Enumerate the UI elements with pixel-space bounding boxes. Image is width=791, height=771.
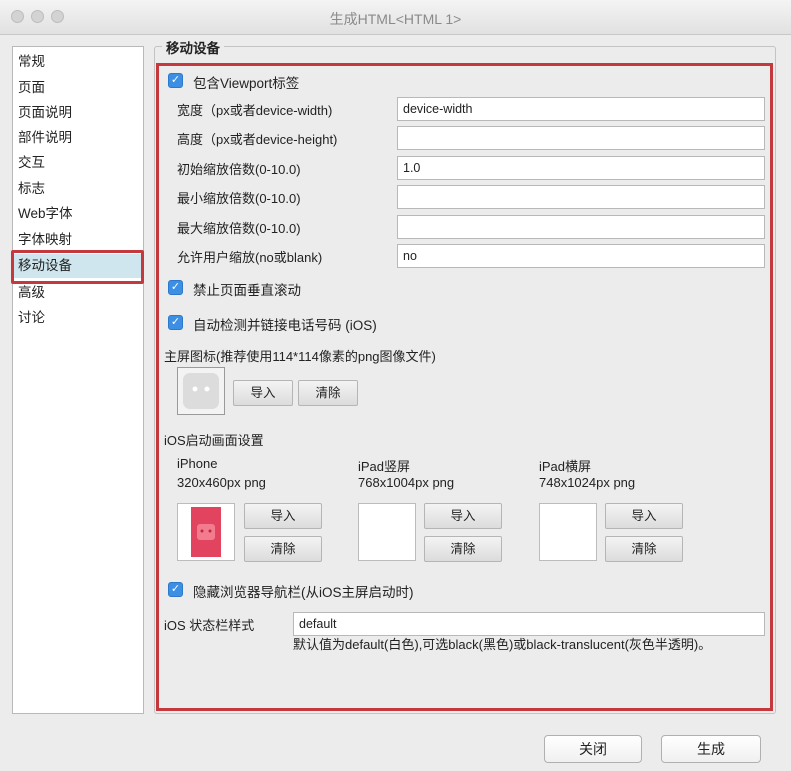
sidebar-item-general[interactable]: 常规 [14, 50, 142, 74]
ipad-landscape-import-button[interactable]: 导入 [605, 503, 683, 529]
status-bar-label: iOS 状态栏样式 [164, 618, 255, 633]
iphone-size-label: 320x460px png [177, 475, 266, 490]
sidebar: 常规 页面 页面说明 部件说明 交互 标志 Web字体 字体映射 移动设备 高级… [12, 46, 144, 714]
home-icon-clear-button[interactable]: 清除 [298, 380, 358, 406]
home-icon-label: 主屏图标(推荐使用114*114像素的png图像文件) [164, 349, 436, 364]
iphone-splash-preview [177, 503, 235, 561]
title-bar: 生成HTML<HTML 1> [0, 0, 791, 35]
ipad-portrait-splash-preview [358, 503, 416, 561]
ipad-landscape-size-label: 748x1024px png [539, 475, 636, 490]
width-field[interactable]: device-width [397, 97, 765, 121]
iphone-label: iPhone [177, 456, 218, 471]
sidebar-item-pages[interactable]: 页面 [14, 76, 142, 100]
auto-detect-phone-label: 自动检测并链接电话号码 (iOS) [193, 318, 377, 333]
ipad-portrait-clear-button[interactable]: 清除 [424, 536, 502, 562]
viewport-checkbox[interactable]: ✓ [168, 73, 183, 88]
auto-detect-phone-checkbox[interactable]: ✓ [168, 315, 183, 330]
hide-nav-label: 隐藏浏览器导航栏(从iOS主屏启动时) [193, 585, 414, 600]
viewport-checkbox-label: 包含Viewport标签 [193, 76, 300, 91]
user-scalable-label: 允许用户缩放(no或blank) [177, 250, 323, 265]
home-icon-preview [177, 367, 225, 415]
max-scale-field[interactable] [397, 215, 765, 239]
width-label: 宽度（px或者device-width) [177, 103, 333, 118]
height-field[interactable] [397, 126, 765, 150]
sidebar-item-widget-notes[interactable]: 部件说明 [14, 126, 142, 150]
splash-title: iOS启动画面设置 [164, 433, 264, 448]
sidebar-item-interactions[interactable]: 交互 [14, 151, 142, 175]
iphone-splash-image-icon [191, 507, 221, 557]
min-scale-label: 最小缩放倍数(0-10.0) [177, 191, 301, 206]
initial-scale-field[interactable]: 1.0 [397, 156, 765, 180]
sidebar-item-page-notes[interactable]: 页面说明 [14, 101, 142, 125]
ipad-landscape-clear-button[interactable]: 清除 [605, 536, 683, 562]
sidebar-item-font-mapping[interactable]: 字体映射 [14, 228, 142, 252]
sidebar-item-discussion[interactable]: 讨论 [14, 306, 142, 330]
close-button[interactable]: 关闭 [544, 735, 642, 763]
group-title: 移动设备 [162, 37, 224, 57]
initial-scale-label: 初始缩放倍数(0-10.0) [177, 162, 301, 177]
disable-scroll-checkbox[interactable]: ✓ [168, 280, 183, 295]
ipad-portrait-import-button[interactable]: 导入 [424, 503, 502, 529]
user-scalable-field[interactable]: no [397, 244, 765, 268]
min-scale-field[interactable] [397, 185, 765, 209]
window-title: 生成HTML<HTML 1> [329, 11, 462, 27]
disable-scroll-label: 禁止页面垂直滚动 [193, 283, 301, 298]
ipad-landscape-splash-preview [539, 503, 597, 561]
iphone-import-button[interactable]: 导入 [244, 503, 322, 529]
sidebar-item-advanced[interactable]: 高级 [14, 281, 142, 305]
home-icon-import-button[interactable]: 导入 [233, 380, 293, 406]
status-bar-field[interactable]: default [293, 612, 765, 636]
height-label: 高度（px或者device-height) [177, 132, 338, 147]
ipad-portrait-label: iPad竖屏 [358, 459, 411, 474]
status-bar-note: 默认值为default(白色),可选black(黑色)或black-transl… [293, 637, 712, 652]
ipad-landscape-label: iPad横屏 [539, 459, 592, 474]
sidebar-item-logo[interactable]: 标志 [14, 177, 142, 201]
max-scale-label: 最大缩放倍数(0-10.0) [177, 221, 301, 236]
iphone-clear-button[interactable]: 清除 [244, 536, 322, 562]
hide-nav-checkbox[interactable]: ✓ [168, 582, 183, 597]
generate-button[interactable]: 生成 [661, 735, 761, 763]
sidebar-item-web-fonts[interactable]: Web字体 [14, 202, 142, 226]
ipad-portrait-size-label: 768x1004px png [358, 475, 455, 490]
selection-highlight-box [11, 250, 144, 284]
home-icon-placeholder-icon [183, 373, 219, 409]
